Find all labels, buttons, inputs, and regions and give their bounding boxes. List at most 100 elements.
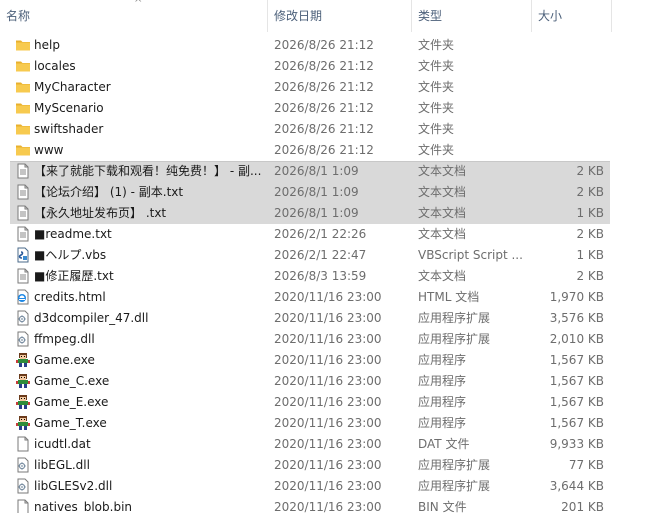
file-name: libEGL.dll (34, 458, 90, 472)
column-header-size[interactable]: 大小 (532, 0, 612, 32)
file-row[interactable]: credits.html 2020/11/16 23:00 HTML 文档 1,970… (0, 287, 662, 308)
file-row[interactable]: ■ヘルプ.vbs 2026/2/1 22:47 VBScript Script ..… (0, 245, 662, 266)
file-modified-date: 2020/11/16 23:00 (274, 437, 382, 451)
file-size: 2 KB (576, 269, 604, 283)
file-type: 文本文档 (418, 206, 467, 220)
folder-icon (15, 100, 31, 116)
file-type: 应用程序 (418, 395, 467, 409)
file-modified-date: 2020/11/16 23:00 (274, 311, 382, 325)
file-modified-date: 2020/11/16 23:00 (274, 290, 382, 304)
file-name: ■修正履歴.txt (34, 269, 114, 283)
file-row[interactable]: help 2026/8/26 21:12 文件夹 (0, 35, 662, 56)
file-row[interactable]: 【来了就能下载和观看！纯免费！】 - 副... 2026/8/1 1:09 文本文档… (0, 161, 662, 182)
file-name: d3dcompiler_47.dll (34, 311, 149, 325)
file-name: swiftshader (34, 122, 104, 136)
folder-icon (15, 37, 31, 53)
dll-file-icon (15, 478, 31, 494)
file-type: 应用程序 (418, 374, 467, 388)
file-modified-date: 2026/8/26 21:12 (274, 38, 374, 52)
file-size (532, 140, 604, 161)
file-type: 应用程序 (418, 353, 467, 367)
file-modified-date: 2026/8/1 1:09 (274, 185, 359, 199)
file-type: 文件夹 (418, 143, 455, 157)
file-modified-date: 2026/8/26 21:12 (274, 122, 374, 136)
dll-file-icon (15, 310, 31, 326)
file-type: 文件夹 (418, 38, 455, 52)
column-header-name[interactable]: 名称 ^ (6, 0, 268, 32)
blank-file-icon (15, 499, 31, 513)
file-name: ffmpeg.dll (34, 332, 95, 346)
text-file-icon (15, 226, 31, 242)
column-header-date[interactable]: 修改日期 (268, 0, 412, 32)
file-modified-date: 2020/11/16 23:00 (274, 353, 382, 367)
file-row[interactable]: libGLESv2.dll 2020/11/16 23:00 应用程序扩展 3,644… (0, 476, 662, 497)
file-modified-date: 2026/8/26 21:12 (274, 80, 374, 94)
file-size: 1,567 KB (549, 353, 604, 367)
file-size: 2,010 KB (549, 332, 604, 346)
file-name: libGLESv2.dll (34, 479, 113, 493)
file-row[interactable]: Game_C.exe 2020/11/16 23:00 应用程序 1,567 KB (0, 371, 662, 392)
file-size: 1,567 KB (549, 416, 604, 430)
file-name: ■readme.txt (34, 227, 112, 241)
file-type: 文件夹 (418, 80, 455, 94)
file-row[interactable]: ffmpeg.dll 2020/11/16 23:00 应用程序扩展 2,010 KB (0, 329, 662, 350)
file-row[interactable]: ■readme.txt 2026/2/1 22:26 文本文档 2 KB (0, 224, 662, 245)
file-modified-date: 2026/8/1 1:09 (274, 164, 359, 178)
file-size: 77 KB (568, 458, 604, 472)
file-row[interactable]: ■修正履歴.txt 2026/8/3 13:59 文本文档 2 KB (0, 266, 662, 287)
file-name: Game_E.exe (34, 395, 109, 409)
file-modified-date: 2026/8/26 21:12 (274, 59, 374, 73)
file-type: VBScript Script ... (418, 248, 523, 262)
file-modified-date: 2020/11/16 23:00 (274, 500, 382, 513)
file-size: 2 KB (576, 227, 604, 241)
file-modified-date: 2020/11/16 23:00 (274, 374, 382, 388)
file-name: 【论坛介绍】 (1) - 副本.txt (34, 185, 184, 199)
file-row[interactable]: swiftshader 2026/8/26 21:12 文件夹 (0, 119, 662, 140)
file-row[interactable]: Game.exe 2020/11/16 23:00 应用程序 1,567 KB (0, 350, 662, 371)
file-explorer-list: 名称 ^ 修改日期 类型 大小 help 2026/8/26 21:12 文件夹 lo… (0, 0, 662, 513)
file-row[interactable]: 【永久地址发布页】 .txt 2026/8/1 1:09 文本文档 1 KB (0, 203, 662, 224)
file-type: 文本文档 (418, 227, 467, 241)
file-type: 文件夹 (418, 101, 455, 115)
text-file-icon (15, 205, 31, 221)
file-name: icudtl.dat (34, 437, 91, 451)
folder-icon (15, 58, 31, 74)
file-row[interactable]: locales 2026/8/26 21:12 文件夹 (0, 56, 662, 77)
file-row[interactable]: natives_blob.bin 2020/11/16 23:00 BIN 文件 20… (0, 497, 662, 513)
file-modified-date: 2026/8/1 1:09 (274, 206, 359, 220)
file-type: 应用程序扩展 (418, 479, 491, 493)
file-type: BIN 文件 (418, 500, 467, 513)
game-exe-icon (15, 415, 31, 431)
file-name: Game.exe (34, 353, 95, 367)
file-type: 应用程序扩展 (418, 332, 491, 346)
vbscript-icon (15, 247, 31, 263)
file-modified-date: 2026/8/3 13:59 (274, 269, 367, 283)
file-row[interactable]: MyCharacter 2026/8/26 21:12 文件夹 (0, 77, 662, 98)
html-file-icon (15, 289, 31, 305)
column-header-type[interactable]: 类型 (412, 0, 532, 32)
file-row[interactable]: 【论坛介绍】 (1) - 副本.txt 2026/8/1 1:09 文本文档 2 KB (0, 182, 662, 203)
file-type: 文件夹 (418, 122, 455, 136)
blank-file-icon (15, 436, 31, 452)
file-type: 文件夹 (418, 59, 455, 73)
file-size: 1 KB (576, 206, 604, 220)
file-row[interactable]: Game_T.exe 2020/11/16 23:00 应用程序 1,567 KB (0, 413, 662, 434)
column-header-size-label: 大小 (538, 9, 563, 23)
file-name: MyScenario (34, 101, 104, 115)
file-row[interactable]: libEGL.dll 2020/11/16 23:00 应用程序扩展 77 KB (0, 455, 662, 476)
file-size (532, 56, 604, 77)
file-row[interactable]: d3dcompiler_47.dll 2020/11/16 23:00 应用程序扩展… (0, 308, 662, 329)
file-size: 9,933 KB (549, 437, 604, 451)
file-row[interactable]: www 2026/8/26 21:12 文件夹 (0, 140, 662, 161)
file-row[interactable]: icudtl.dat 2020/11/16 23:00 DAT 文件 9,933 KB (0, 434, 662, 455)
file-modified-date: 2020/11/16 23:00 (274, 479, 382, 493)
file-modified-date: 2020/11/16 23:00 (274, 332, 382, 346)
file-row[interactable]: Game_E.exe 2020/11/16 23:00 应用程序 1,567 KB (0, 392, 662, 413)
game-exe-icon (15, 373, 31, 389)
column-header-type-label: 类型 (418, 9, 443, 23)
file-size: 1,970 KB (549, 290, 604, 304)
column-header-bar: 名称 ^ 修改日期 类型 大小 (0, 0, 662, 32)
file-row[interactable]: MyScenario 2026/8/26 21:12 文件夹 (0, 98, 662, 119)
game-exe-icon (15, 352, 31, 368)
file-type: HTML 文档 (418, 290, 480, 304)
